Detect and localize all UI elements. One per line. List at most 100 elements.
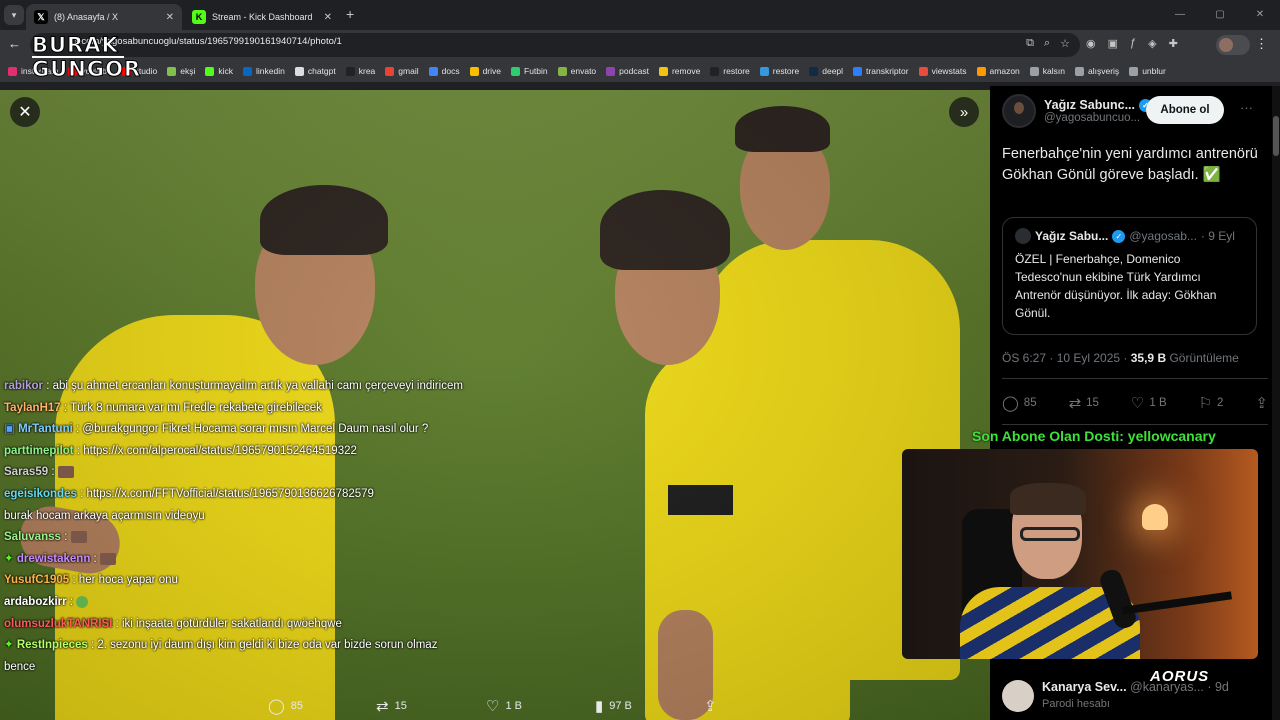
- repost-icon: ⇄: [1068, 395, 1082, 412]
- back-arrow-icon[interactable]: ←: [8, 36, 21, 51]
- quoted-tweet[interactable]: Yağız Sabu... ✓ @yagosab... · 9 Eyl ÖZEL…: [1002, 217, 1257, 335]
- chat-username[interactable]: drewistakenn: [17, 553, 91, 565]
- bookmark-label: ekşi: [180, 66, 196, 76]
- bookmark-item[interactable]: envato: [557, 66, 596, 76]
- quote-date: · 9 Eyl: [1200, 229, 1235, 243]
- chat-message: Saras59 :: [0, 462, 470, 484]
- chat-username[interactable]: YusufC1905: [4, 574, 69, 586]
- heart-icon: ♡: [486, 698, 500, 715]
- lamp: [1142, 504, 1168, 530]
- bookmark-item[interactable]: restore: [710, 66, 750, 76]
- chat-username[interactable]: MrTantuni: [18, 423, 73, 435]
- chat-message: rabikor : abi şu ahmet ercanları konuştu…: [4, 380, 463, 392]
- bookmark-item[interactable]: viewstats: [918, 66, 967, 76]
- install-app-icon[interactable]: ⧉: [1026, 37, 1034, 50]
- reply-avatar[interactable]: [1002, 680, 1034, 712]
- reply-icon: ◯: [268, 698, 285, 715]
- bookmark-item[interactable]: deepl: [809, 66, 843, 76]
- bookmark-favicon-icon: [345, 66, 355, 76]
- bookmark-item[interactable]: amazon: [976, 66, 1020, 76]
- chat-username[interactable]: Saluvanss: [4, 531, 61, 543]
- streamer-glasses: [1020, 527, 1080, 541]
- menu-kebab-icon[interactable]: ⋮: [1255, 36, 1268, 52]
- scrollbar-thumb[interactable]: [1273, 116, 1279, 156]
- toolbar: ← ⧉ ⌕ ☆ x.com/yagosabuncuoglu/status/196…: [0, 30, 1280, 60]
- chat-username[interactable]: olumsuzlukTANRISI: [4, 618, 112, 630]
- bookmark-item[interactable]: krea: [345, 66, 375, 76]
- extension-icon[interactable]: ƒ: [1130, 37, 1136, 50]
- chat-text: iki inşaata götürdüler sakatlandı qwöehq…: [122, 617, 342, 630]
- profile-button[interactable]: [1216, 35, 1250, 55]
- close-tab-icon[interactable]: ✕: [166, 12, 174, 23]
- author-avatar[interactable]: [1002, 94, 1036, 128]
- window-controls: — ▢ ✕: [1160, 0, 1280, 30]
- author-name[interactable]: Yağız Sabunc...: [1044, 98, 1135, 112]
- bookmark-item[interactable]: Futbin: [511, 66, 548, 76]
- reply-button[interactable]: ◯ 85: [1002, 394, 1037, 412]
- bookmark-item[interactable]: remove: [658, 66, 700, 76]
- chat-username[interactable]: RestInpieces: [17, 639, 88, 651]
- bookmark-item[interactable]: unblur: [1129, 66, 1166, 76]
- puzzle-icon[interactable]: ✚: [1169, 37, 1178, 50]
- minimize-button[interactable]: —: [1160, 0, 1200, 28]
- heart-icon: ♡: [1130, 395, 1145, 412]
- like-button[interactable]: ♡ 1 B: [486, 697, 522, 715]
- views-button[interactable]: ▮ 97 B: [595, 697, 632, 715]
- tweet-author[interactable]: Yağız Sabunc... ✓ @yagosabuncuo...: [1002, 94, 1152, 128]
- bookmark-item[interactable]: kick: [205, 66, 233, 76]
- bookmark-item[interactable]: gmail: [385, 66, 419, 76]
- tweet-text: Fenerbahçe'nin yeni yardımcı antrenörü G…: [1002, 146, 1258, 183]
- bookmark-button[interactable]: ⚐ 2: [1199, 394, 1224, 412]
- bookmark-item[interactable]: transkriptor: [853, 66, 909, 76]
- extension-icon[interactable]: ◉: [1086, 37, 1096, 50]
- bookmark-favicon-icon: [759, 66, 769, 76]
- bookmark-item[interactable]: chatgpt: [294, 66, 336, 76]
- bookmark-favicon-icon: [511, 66, 521, 76]
- tweet-views-label: Görüntüleme: [1169, 351, 1239, 365]
- bookmark-label: viewstats: [931, 66, 967, 76]
- chat-message: TaylanH17 : Türk 8 numara var mı Fredle …: [4, 401, 322, 414]
- share-button[interactable]: ⇪: [704, 697, 717, 715]
- bookmark-item[interactable]: docs: [428, 66, 460, 76]
- repost-button[interactable]: ⇄ 15: [1069, 394, 1099, 412]
- share-button[interactable]: ⇪: [1255, 394, 1268, 412]
- chat-username[interactable]: Saras59: [4, 466, 48, 478]
- chat-username[interactable]: rabikor: [4, 380, 43, 392]
- tab-search-button[interactable]: ▾: [4, 5, 24, 25]
- like-button[interactable]: ♡ 1 B: [1131, 394, 1167, 412]
- follow-button[interactable]: Abone ol: [1146, 96, 1224, 124]
- bookmark-item[interactable]: linkedin: [243, 66, 285, 76]
- bookmark-item[interactable]: drive: [469, 66, 501, 76]
- bookmark-item[interactable]: kalsın: [1029, 66, 1065, 76]
- chat-username[interactable]: ardabozkirr: [4, 596, 67, 608]
- extension-icon[interactable]: ◈: [1148, 37, 1156, 50]
- chat-username[interactable]: parttimepilot: [4, 445, 74, 457]
- scrollbar[interactable]: [1272, 86, 1280, 720]
- extension-icon[interactable]: ▣: [1108, 37, 1118, 50]
- bookmark-item[interactable]: restore: [759, 66, 799, 76]
- collapse-panel-button[interactable]: »: [949, 97, 979, 127]
- reply-button[interactable]: ◯ 85: [268, 697, 303, 715]
- tab-x-home[interactable]: 𝕏 (8) Anasayfa / X ✕: [26, 4, 182, 30]
- bookmark-favicon-icon: [1075, 66, 1084, 76]
- share-icon: ⇪: [704, 698, 717, 715]
- close-tab-icon[interactable]: ✕: [324, 12, 332, 23]
- zoom-icon[interactable]: ⌕: [1044, 37, 1050, 50]
- close-media-button[interactable]: ✕: [10, 97, 40, 127]
- repost-button[interactable]: ⇄ 15: [376, 697, 407, 715]
- chat-username[interactable]: egeisikondes: [4, 488, 77, 500]
- maximize-button[interactable]: ▢: [1200, 0, 1240, 28]
- bookmark-item[interactable]: ekşi: [167, 66, 195, 76]
- bookmark-item[interactable]: alışveriş: [1075, 66, 1119, 76]
- more-options-icon[interactable]: ···: [1240, 100, 1253, 115]
- bookmark-item[interactable]: podcast: [606, 66, 649, 76]
- close-window-button[interactable]: ✕: [1240, 0, 1280, 28]
- bookmark-favicon-icon: [385, 66, 395, 76]
- new-tab-button[interactable]: +: [346, 6, 354, 22]
- chat-username[interactable]: TaylanH17: [4, 402, 61, 414]
- gift-badge-icon: ✦: [4, 639, 17, 652]
- tweet-time[interactable]: ÖS 6:27 · 10 Eyl 2025 ·: [1002, 351, 1127, 365]
- tab-kick-dashboard[interactable]: K Stream - Kick Dashboard ✕: [184, 4, 340, 30]
- bookmark-star-icon[interactable]: ☆: [1060, 37, 1070, 50]
- bookmark-label: alışveriş: [1088, 66, 1120, 76]
